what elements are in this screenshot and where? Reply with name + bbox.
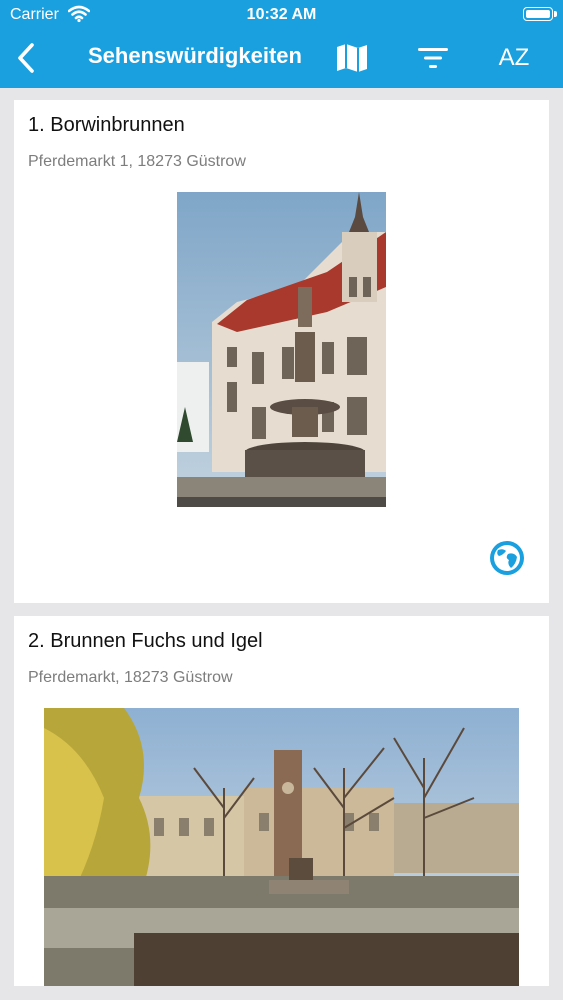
place-address: Pferdemarkt, 18273 Güstrow <box>28 669 233 686</box>
place-title: 2. Brunnen Fuchs und Igel <box>28 630 263 652</box>
sort-az-label: AZ <box>498 44 530 71</box>
status-bar: Carrier 10:32 AM <box>0 0 563 30</box>
bottom-edge <box>0 986 563 1000</box>
status-time: 10:32 AM <box>246 6 317 23</box>
place-photo <box>44 708 519 986</box>
place-photo <box>177 192 386 507</box>
place-title: 1. Borwinbrunnen <box>28 114 185 136</box>
back-chevron-icon[interactable] <box>14 42 40 74</box>
map-icon[interactable] <box>334 40 370 76</box>
place-card[interactable]: 1. Borwinbrunnen Pferdemarkt 1, 18273 Gü… <box>14 100 549 603</box>
top-bar: Carrier 10:32 AM Sehenswürdigkeiten AZ <box>0 0 563 88</box>
place-card[interactable]: 2. Brunnen Fuchs und Igel Pferdemarkt, 1… <box>14 616 549 986</box>
battery-icon <box>523 7 557 21</box>
filter-icon[interactable] <box>415 40 451 76</box>
sort-az-icon[interactable]: AZ <box>496 40 532 76</box>
globe-icon[interactable] <box>489 540 525 576</box>
nav-bar: Sehenswürdigkeiten AZ <box>0 30 563 88</box>
page-title: Sehenswürdigkeiten <box>88 43 302 68</box>
place-address: Pferdemarkt 1, 18273 Güstrow <box>28 153 246 170</box>
